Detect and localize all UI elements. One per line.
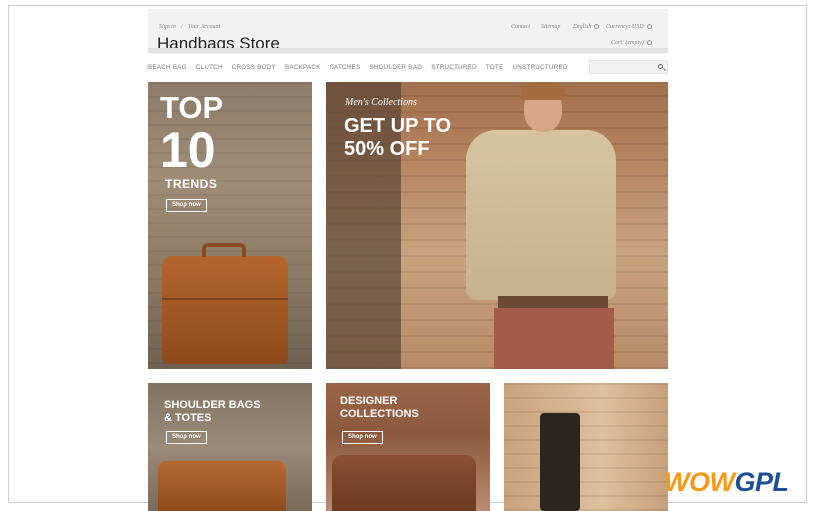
belt-shape: [498, 296, 608, 308]
banner-number: 10: [160, 122, 216, 178]
contact-link[interactable]: Contact: [511, 24, 530, 30]
briefcase-image: [158, 461, 286, 511]
chevron-down-icon: [646, 24, 652, 29]
nav-item-beach-bag[interactable]: BEACH BAG: [148, 64, 187, 74]
nav-item-clutch[interactable]: CLUTCH: [196, 64, 223, 74]
cart-link[interactable]: Cart: (empty): [611, 40, 652, 46]
banner-mens-collection[interactable]: Men's Collections GET UP TO 50% OFF: [326, 82, 668, 369]
banner-subtitle: Men's Collections: [345, 97, 417, 108]
nav-item-satches[interactable]: SATCHES: [330, 64, 361, 74]
banner-leather-bag[interactable]: [504, 383, 668, 511]
currency-label: Currency: USD: [606, 24, 644, 30]
watermark-part-1: WOW: [664, 467, 735, 497]
shop-now-button[interactable]: Shop now: [166, 431, 207, 444]
category-nav: BEACH BAG CLUTCH CROSS BODY BACKPACK SAT…: [148, 64, 577, 74]
banner-headline: GET UP TO 50% OFF: [344, 115, 451, 161]
watermark-logo: WOWGPL: [664, 467, 789, 498]
nav-item-unstructured[interactable]: UNSTRUCTURED: [513, 64, 568, 74]
banner-title: TOP: [160, 90, 224, 125]
language-label: English: [573, 24, 592, 30]
currency-selector[interactable]: Currency: USD: [606, 24, 652, 30]
shop-now-button[interactable]: Shop now: [166, 199, 207, 212]
banner-designer-collections[interactable]: DESIGNER COLLECTIONS Shop now: [326, 383, 490, 511]
title-line-2: COLLECTIONS: [340, 408, 419, 421]
store-page: Sign in / Your Account Contact Sitemap E…: [148, 0, 668, 511]
nav-item-cross-body[interactable]: CROSS BODY: [232, 64, 276, 74]
headline-line-1: GET UP TO: [344, 115, 452, 137]
leather-bag-image: [540, 413, 580, 511]
title-line-1: DESIGNER: [340, 395, 398, 407]
search-input[interactable]: [589, 60, 668, 74]
banner-shoulder-bags[interactable]: SHOULDER BAGS & TOTES Shop now: [148, 383, 312, 511]
headline-line-2: 50% OFF: [344, 138, 430, 160]
account-link[interactable]: Your Account: [188, 24, 220, 30]
duffel-bag-image: [332, 455, 476, 511]
nav-item-backpack[interactable]: BACKPACK: [285, 64, 321, 74]
satchel-image: [162, 243, 288, 364]
title-line-1: SHOULDER BAGS: [164, 399, 261, 411]
chevron-down-icon: [594, 24, 600, 29]
title-line-2: & TOTES: [164, 412, 212, 425]
shirt-shape: [466, 130, 616, 300]
header-divider: [148, 48, 668, 53]
nav-item-tote[interactable]: TOTE: [486, 64, 504, 74]
search-icon[interactable]: [658, 64, 663, 69]
pants-shape: [494, 308, 614, 369]
hair-shape: [521, 82, 565, 100]
banner-title: DESIGNER COLLECTIONS: [340, 395, 419, 421]
cart-label: Cart: (empty): [611, 40, 644, 46]
banner-title: SHOULDER BAGS & TOTES: [164, 399, 261, 425]
nav-item-shoulder-bag[interactable]: SHOULDER BAG: [370, 64, 423, 74]
shop-now-button[interactable]: Shop now: [342, 431, 383, 444]
sitemap-link[interactable]: Sitemap: [541, 24, 560, 30]
banner-subtitle: TRENDS: [165, 177, 218, 191]
cart-icon: [646, 40, 652, 45]
banner-top-trends[interactable]: TOP 10 TRENDS Shop now: [148, 82, 312, 369]
signin-link[interactable]: Sign in: [159, 24, 176, 30]
language-selector[interactable]: English: [573, 24, 600, 30]
watermark-part-2: GPL: [734, 467, 789, 497]
header-separator: /: [181, 24, 183, 30]
nav-item-structured[interactable]: STRUCTURED: [431, 64, 477, 74]
